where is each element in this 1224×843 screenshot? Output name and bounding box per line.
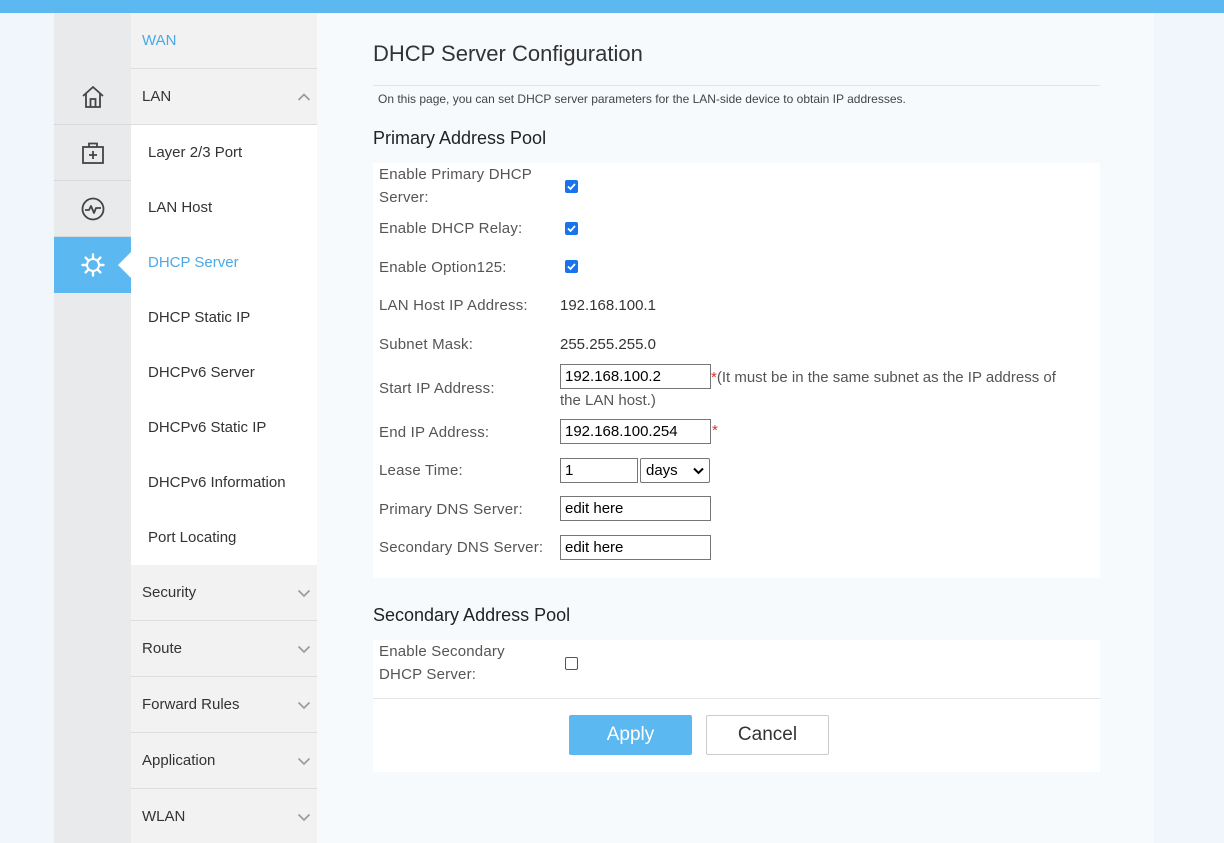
menu-lan-host-label: LAN Host	[148, 199, 213, 216]
checkmark-icon	[567, 183, 576, 191]
button-divider	[373, 698, 1100, 699]
primary-dns-input[interactable]: edit here	[560, 496, 711, 521]
secondary-dns-input[interactable]: edit here	[560, 535, 711, 560]
gear-icon	[80, 253, 105, 277]
start-ip-label: Start IP Address:	[379, 380, 495, 397]
menu-security-label: Security	[142, 584, 197, 601]
menu-dhcp-server-label: DHCP Server	[148, 254, 239, 271]
menu-layer23-port-label: Layer 2/3 Port	[148, 144, 243, 161]
chevron-down-icon	[297, 813, 311, 821]
enable-primary-dhcp-label-line2: Server:	[379, 189, 429, 206]
menu-wlan[interactable]: WLAN	[131, 789, 317, 843]
lease-unit-value: days	[646, 462, 678, 479]
content-area: DHCP Server Configuration On this page, …	[317, 13, 1154, 843]
enable-primary-dhcp-label: Enable Primary DHCP Server:	[379, 163, 532, 209]
option125-label: Enable Option125:	[379, 259, 507, 276]
menu-dhcpv6-static-ip[interactable]: DHCPv6 Static IP	[131, 400, 317, 455]
menu-dhcpv6-static-ip-label: DHCPv6 Static IP	[148, 419, 267, 436]
dhcp-relay-label: Enable DHCP Relay:	[379, 220, 523, 237]
menu-application-label: Application	[142, 752, 216, 769]
menu-route-label: Route	[142, 640, 183, 657]
start-ip-note-line2: the LAN host.)	[560, 392, 656, 409]
settings-menu: WAN LAN Layer 2/3 Port LAN Host DHCP Ser…	[131, 13, 317, 843]
lan-host-ip-label: LAN Host IP Address:	[379, 297, 528, 314]
toolbox-nav-button[interactable]	[54, 125, 131, 181]
secondary-dns-label: Secondary DNS Server:	[379, 539, 544, 556]
apply-button[interactable]: Apply	[569, 715, 692, 755]
primary-pool-panel: Enable Primary DHCP Server: Enable DHCP …	[373, 163, 1100, 578]
diagnose-nav-button[interactable]	[54, 181, 131, 237]
enable-primary-dhcp-checkbox[interactable]	[565, 180, 578, 193]
subnet-mask-label: Subnet Mask:	[379, 336, 474, 353]
subnet-mask-value: 255.255.255.0	[560, 336, 656, 353]
enable-secondary-dhcp-checkbox[interactable]	[565, 657, 578, 670]
settings-nav-button[interactable]	[54, 237, 131, 293]
end-ip-label: End IP Address:	[379, 424, 490, 441]
pulse-icon	[81, 197, 104, 220]
menu-lan-host[interactable]: LAN Host	[131, 180, 317, 235]
menu-application[interactable]: Application	[131, 733, 317, 789]
menu-forward-rules[interactable]: Forward Rules	[131, 677, 317, 733]
page-description: On this page, you can set DHCP server pa…	[378, 92, 906, 106]
top-bar	[0, 0, 1224, 13]
menu-dhcp-server[interactable]: DHCP Server	[131, 235, 317, 290]
chevron-up-icon	[297, 92, 311, 101]
start-ip-note: *(It must be in the same subnet as the I…	[560, 366, 1100, 412]
title-divider	[373, 85, 1100, 86]
end-ip-required-mark: *	[712, 422, 718, 439]
home-icon	[81, 85, 104, 108]
menu-dhcp-static-ip-label: DHCP Static IP	[148, 309, 251, 326]
chevron-down-icon	[297, 701, 311, 709]
enable-secondary-dhcp-label-line2: DHCP Server:	[379, 666, 477, 683]
home-nav-button[interactable]	[54, 69, 131, 125]
menu-layer23-port[interactable]: Layer 2/3 Port	[131, 125, 317, 180]
menu-wan-label: WAN	[142, 32, 177, 49]
option125-checkbox[interactable]	[565, 260, 578, 273]
checkmark-icon	[567, 263, 576, 271]
primary-pool-title: Primary Address Pool	[373, 128, 547, 148]
menu-dhcpv6-server-label: DHCPv6 Server	[148, 364, 255, 381]
menu-security[interactable]: Security	[131, 565, 317, 621]
chevron-down-icon	[297, 645, 311, 653]
lease-time-input[interactable]: 1	[560, 458, 638, 483]
chevron-down-icon	[693, 467, 704, 475]
menu-route[interactable]: Route	[131, 621, 317, 677]
menu-lan-label: LAN	[142, 88, 172, 105]
dhcp-relay-checkbox[interactable]	[565, 222, 578, 235]
menu-dhcpv6-information-label: DHCPv6 Information	[148, 474, 286, 491]
enable-secondary-dhcp-label: Enable Secondary DHCP Server:	[379, 640, 505, 686]
menu-port-locating[interactable]: Port Locating	[131, 510, 317, 565]
menu-port-locating-label: Port Locating	[148, 529, 237, 546]
lease-unit-select[interactable]: days	[640, 458, 710, 483]
secondary-pool-title: Secondary Address Pool	[373, 605, 571, 625]
page-title: DHCP Server Configuration	[373, 41, 643, 66]
chevron-down-icon	[297, 589, 311, 597]
checkmark-icon	[567, 225, 576, 233]
menu-dhcpv6-information[interactable]: DHCPv6 Information	[131, 455, 317, 510]
primary-dns-label: Primary DNS Server:	[379, 501, 523, 518]
enable-secondary-dhcp-label-line1: Enable Secondary	[379, 643, 505, 660]
icon-sidebar	[54, 13, 131, 843]
chevron-down-icon	[297, 757, 311, 765]
cancel-button[interactable]: Cancel	[706, 715, 829, 755]
end-ip-input[interactable]: 192.168.100.254	[560, 419, 711, 444]
lease-time-label: Lease Time:	[379, 462, 463, 479]
menu-wan[interactable]: WAN	[131, 13, 317, 69]
enable-primary-dhcp-label-line1: Enable Primary DHCP	[379, 166, 533, 183]
menu-lan[interactable]: LAN	[131, 69, 317, 125]
menu-dhcp-static-ip[interactable]: DHCP Static IP	[131, 290, 317, 345]
toolbox-icon	[81, 142, 104, 164]
lan-host-ip-value: 192.168.100.1	[560, 297, 656, 314]
menu-wlan-label: WLAN	[142, 808, 186, 825]
start-ip-note-line1: (It must be in the same subnet as the IP…	[716, 369, 1056, 386]
menu-dhcpv6-server[interactable]: DHCPv6 Server	[131, 345, 317, 400]
menu-forward-rules-label: Forward Rules	[142, 696, 240, 713]
